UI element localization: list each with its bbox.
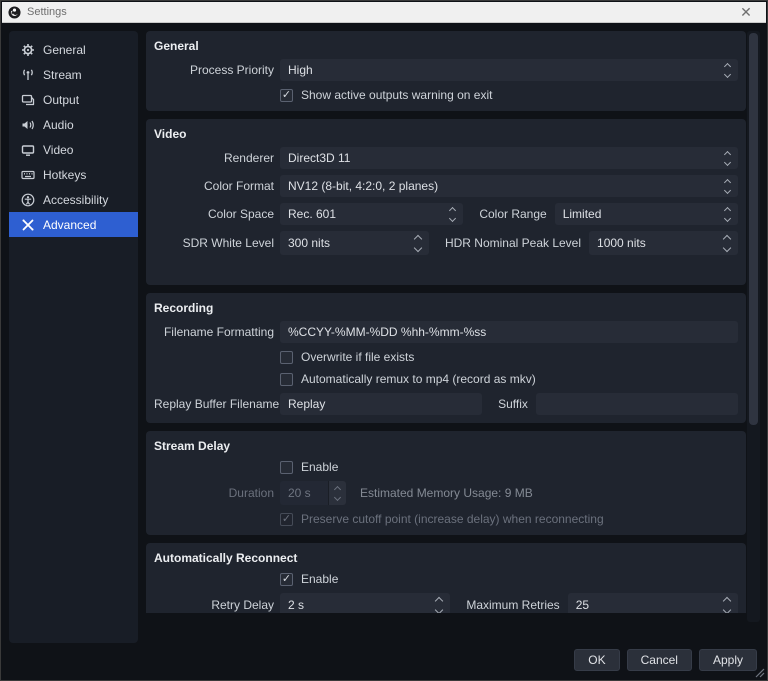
preserve-cutoff-checkbox: ✓ [280, 513, 293, 526]
spinner-arrows-icon[interactable] [724, 236, 730, 251]
color-format-select[interactable]: NV12 (8-bit, 4:2:0, 2 planes) [280, 175, 738, 197]
color-space-label: Color Space [154, 207, 274, 221]
spinner-arrows-icon[interactable] [724, 598, 730, 613]
close-icon[interactable]: ✕ [732, 2, 760, 22]
apply-button[interactable]: Apply [699, 649, 757, 671]
color-range-select[interactable]: Limited [555, 203, 738, 225]
dialog-buttons: OK Cancel Apply [574, 649, 757, 671]
max-retries-label: Maximum Retries [466, 598, 559, 612]
show-warning-label: Show active outputs warning on exit [301, 88, 492, 102]
section-video: Video Renderer Direct3D 11 Color Format … [146, 119, 746, 285]
sidebar-item-audio[interactable]: Audio [9, 112, 138, 137]
memory-usage-text: Estimated Memory Usage: 9 MB [360, 486, 533, 500]
reconnect-enable-label: Enable [301, 572, 338, 586]
duration-spinbox: 20 s [280, 481, 346, 505]
sdr-white-level-spinbox[interactable]: 300 nits [280, 231, 429, 255]
vertical-scrollbar[interactable] [747, 31, 760, 622]
scrollbar-thumb[interactable] [749, 33, 758, 425]
stream-delay-enable-label: Enable [301, 460, 338, 474]
accessibility-icon [21, 193, 35, 207]
ok-button[interactable]: OK [574, 649, 619, 671]
process-priority-select[interactable]: High [280, 59, 738, 81]
tools-icon [21, 218, 35, 232]
replay-prefix-input[interactable] [280, 393, 482, 415]
section-title: Video [154, 127, 738, 141]
cancel-button[interactable]: Cancel [627, 649, 692, 671]
sidebar-item-label: Video [43, 143, 73, 157]
chevron-updown-icon [725, 64, 730, 77]
settings-sidebar: General Stream Output Audio [9, 31, 138, 643]
obs-logo-icon [8, 6, 21, 19]
section-recording: Recording Filename Formatting Overwrite … [146, 293, 746, 423]
sidebar-item-label: General [43, 43, 86, 57]
monitor-icon [21, 143, 35, 157]
chevron-updown-icon [450, 208, 455, 221]
gear-icon [21, 43, 35, 57]
max-retries-spinbox[interactable]: 25 [568, 593, 738, 613]
renderer-label: Renderer [154, 151, 274, 165]
screen-share-icon [21, 93, 35, 107]
hdr-peak-level-label: HDR Nominal Peak Level [445, 236, 581, 250]
reconnect-enable-checkbox[interactable]: ✓ [280, 573, 293, 586]
section-title: General [154, 39, 738, 53]
section-title: Recording [154, 301, 738, 315]
stream-delay-enable-checkbox[interactable] [280, 461, 293, 474]
section-stream-delay: Stream Delay Enable Duration 20 s Estima… [146, 431, 746, 535]
chevron-updown-icon [725, 152, 730, 165]
chevron-updown-icon [725, 208, 730, 221]
filename-formatting-label: Filename Formatting [154, 325, 274, 339]
title-bar: Settings ✕ [2, 2, 766, 23]
sidebar-item-label: Stream [43, 68, 82, 82]
section-general: General Process Priority High ✓ Show act… [146, 31, 746, 111]
section-title: Stream Delay [154, 439, 738, 453]
process-priority-label: Process Priority [154, 63, 274, 77]
sidebar-item-advanced[interactable]: Advanced [9, 212, 138, 237]
sidebar-item-label: Audio [43, 118, 74, 132]
sidebar-item-label: Accessibility [43, 193, 108, 207]
resize-grip-icon[interactable] [755, 668, 765, 678]
remux-checkbox[interactable] [280, 373, 293, 386]
replay-prefix-label: Replay Buffer Filename Prefix [154, 397, 274, 411]
sidebar-item-output[interactable]: Output [9, 87, 138, 112]
retry-delay-spinbox[interactable]: 2 s [280, 593, 450, 613]
color-range-label: Color Range [479, 207, 546, 221]
preserve-cutoff-label: Preserve cutoff point (increase delay) w… [301, 512, 604, 526]
renderer-select[interactable]: Direct3D 11 [280, 147, 738, 169]
suffix-label: Suffix [498, 397, 528, 411]
filename-formatting-input[interactable] [280, 321, 738, 343]
spinner-arrows-icon[interactable] [436, 598, 442, 613]
sidebar-item-label: Hotkeys [43, 168, 86, 182]
section-title: Automatically Reconnect [154, 551, 738, 565]
hdr-peak-level-spinbox[interactable]: 1000 nits [589, 231, 738, 255]
duration-label: Duration [154, 486, 274, 500]
sidebar-item-label: Output [43, 93, 79, 107]
color-format-label: Color Format [154, 179, 274, 193]
keyboard-icon [21, 168, 35, 182]
show-warning-checkbox[interactable]: ✓ [280, 89, 293, 102]
overwrite-checkbox[interactable] [280, 351, 293, 364]
sidebar-item-stream[interactable]: Stream [9, 62, 138, 87]
sidebar-item-accessibility[interactable]: Accessibility [9, 187, 138, 212]
remux-label: Automatically remux to mp4 (record as mk… [301, 372, 536, 386]
spinner-arrows-icon[interactable] [415, 236, 421, 251]
settings-scroll-area: General Process Priority High ✓ Show act… [146, 31, 746, 613]
retry-delay-label: Retry Delay [154, 598, 274, 612]
window-title: Settings [27, 6, 732, 18]
color-space-select[interactable]: Rec. 601 [280, 203, 463, 225]
sidebar-item-general[interactable]: General [9, 37, 138, 62]
section-reconnect: Automatically Reconnect ✓ Enable Retry D… [146, 543, 746, 613]
antenna-icon [21, 68, 35, 82]
sidebar-item-video[interactable]: Video [9, 137, 138, 162]
suffix-input[interactable] [536, 393, 738, 415]
sdr-white-level-label: SDR White Level [154, 236, 274, 250]
spinner-arrows-icon [328, 481, 346, 505]
overwrite-label: Overwrite if file exists [301, 350, 414, 364]
sidebar-item-label: Advanced [43, 218, 96, 232]
settings-window: Settings ✕ General Stream Output [0, 0, 768, 681]
sidebar-item-hotkeys[interactable]: Hotkeys [9, 162, 138, 187]
speaker-icon [21, 118, 35, 132]
chevron-updown-icon [725, 180, 730, 193]
